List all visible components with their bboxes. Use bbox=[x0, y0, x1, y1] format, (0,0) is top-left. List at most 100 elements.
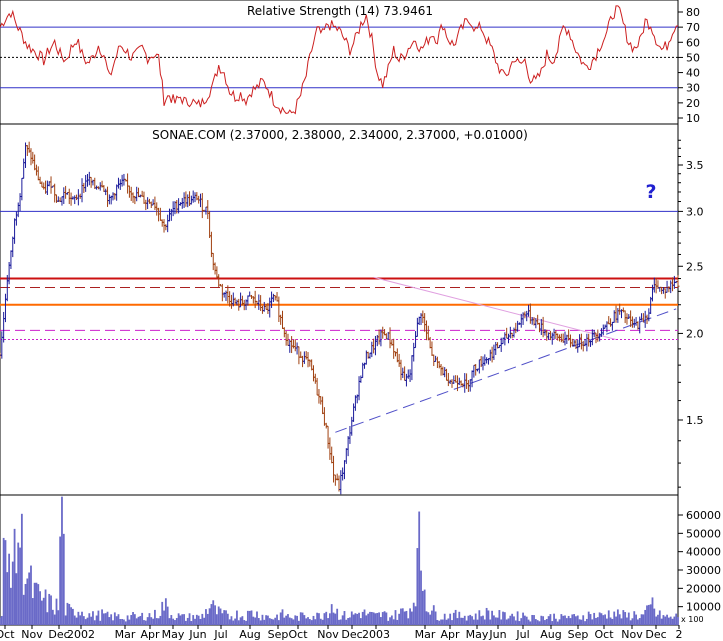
volume-bar bbox=[77, 611, 80, 625]
volume-bar bbox=[593, 612, 596, 625]
volume-bar bbox=[219, 608, 222, 625]
volume-bar bbox=[635, 614, 637, 625]
volume-bar bbox=[347, 618, 350, 625]
volume-bar bbox=[527, 619, 530, 625]
volume-bar bbox=[225, 610, 227, 625]
volume-bar bbox=[135, 618, 138, 625]
volume-bar bbox=[106, 611, 109, 625]
x-tick-label: Jul bbox=[213, 628, 227, 641]
volume-bar bbox=[529, 621, 532, 625]
volume-bar bbox=[655, 616, 658, 625]
volume-bar bbox=[168, 618, 171, 625]
volume-bar bbox=[130, 615, 133, 625]
x-tick-label: Dec bbox=[341, 628, 362, 641]
volume-bar bbox=[507, 618, 510, 625]
volume-bar bbox=[205, 609, 207, 625]
volume-bar bbox=[626, 617, 628, 625]
volume-bar bbox=[241, 616, 244, 625]
volume-bar bbox=[587, 611, 590, 625]
volume-bar bbox=[194, 618, 196, 625]
volume-bar bbox=[376, 612, 379, 625]
volume-bar bbox=[516, 611, 519, 625]
volume-bar bbox=[591, 619, 594, 625]
volume-bar bbox=[186, 617, 189, 625]
volume-bar bbox=[154, 609, 156, 625]
volume-bar bbox=[55, 598, 58, 625]
volume-bar bbox=[637, 619, 639, 625]
volume-bar bbox=[228, 619, 231, 625]
volume-bar bbox=[8, 553, 11, 625]
volume-bar bbox=[494, 617, 497, 625]
volume-bar bbox=[279, 612, 282, 625]
rsi-tick-label: 10 bbox=[686, 112, 700, 125]
volume-bar bbox=[451, 620, 453, 625]
volume-bar bbox=[150, 617, 153, 625]
volume-bar bbox=[553, 613, 555, 625]
volume-bar bbox=[159, 615, 162, 625]
x-tick-label: Mar bbox=[115, 628, 136, 641]
volume-bar bbox=[102, 613, 105, 625]
stock-chart: 80 70 60 50 40 30 20 10 3.5 3.0 2.5 2.0 1.5 60000 5000… bbox=[0, 0, 721, 641]
volume-bar bbox=[22, 594, 25, 625]
volume-bar bbox=[307, 617, 309, 625]
x-tick-label: Aug bbox=[239, 628, 260, 641]
volume-bar bbox=[234, 618, 237, 625]
x-tick-label: Nov bbox=[21, 628, 43, 641]
volume-bar bbox=[524, 615, 526, 625]
volume-bar bbox=[133, 614, 136, 625]
volume-bar bbox=[42, 597, 45, 625]
volume-bar bbox=[389, 617, 391, 625]
volume-bar bbox=[531, 614, 534, 625]
volume-scale-label: x 100 bbox=[681, 615, 704, 624]
volume-bar bbox=[270, 618, 273, 625]
x-tick-label: Apr bbox=[140, 628, 160, 641]
volume-bar bbox=[199, 618, 202, 625]
volume-bar bbox=[365, 615, 368, 625]
volume-bar bbox=[421, 590, 424, 625]
volume-bar bbox=[675, 613, 678, 625]
volume-bar bbox=[339, 619, 342, 625]
volume-bar bbox=[407, 618, 410, 625]
rsi-tick-label: 50 bbox=[686, 51, 700, 64]
volume-bar bbox=[141, 612, 144, 625]
volume-bar bbox=[2, 537, 5, 625]
volume-bar bbox=[372, 612, 375, 625]
volume-bar bbox=[79, 615, 82, 625]
volume-bar bbox=[500, 619, 503, 625]
volume-bar bbox=[602, 615, 605, 625]
volume-bar bbox=[10, 587, 12, 625]
price-tick-label: 1.5 bbox=[686, 414, 704, 427]
volume-bar bbox=[336, 608, 339, 625]
volume-bar bbox=[237, 620, 240, 625]
volume-bar bbox=[578, 619, 581, 625]
volume-bar bbox=[188, 613, 191, 625]
volume-bar bbox=[6, 572, 9, 625]
volume-bar bbox=[246, 610, 249, 625]
volume-bar bbox=[454, 609, 457, 625]
volume-bar bbox=[155, 618, 158, 625]
volume-bar bbox=[294, 615, 297, 625]
volume-bar bbox=[248, 610, 251, 625]
volume-bar bbox=[476, 619, 479, 625]
volume-bar bbox=[469, 614, 472, 625]
volume-bar bbox=[443, 613, 446, 625]
volume-bar bbox=[622, 610, 625, 625]
volume-bar bbox=[110, 614, 113, 625]
volume-bar bbox=[560, 614, 563, 625]
volume-bar bbox=[359, 618, 362, 625]
volume-bar bbox=[449, 613, 452, 625]
volume-bar bbox=[330, 604, 333, 625]
volume-bar bbox=[93, 620, 96, 625]
volume-bar bbox=[35, 582, 38, 625]
volume-bar bbox=[662, 615, 665, 625]
volume-bar bbox=[631, 618, 634, 625]
volume-bar bbox=[509, 615, 512, 625]
volume-bar bbox=[128, 619, 131, 625]
volume-bar bbox=[285, 615, 288, 625]
rsi-title: Relative Strength (14) 73.9461 bbox=[247, 4, 433, 18]
volume-bar bbox=[301, 612, 304, 625]
volume-bar bbox=[226, 613, 229, 625]
volume-bar bbox=[445, 619, 448, 625]
volume-bar bbox=[61, 496, 63, 625]
volume-bar bbox=[68, 603, 71, 625]
